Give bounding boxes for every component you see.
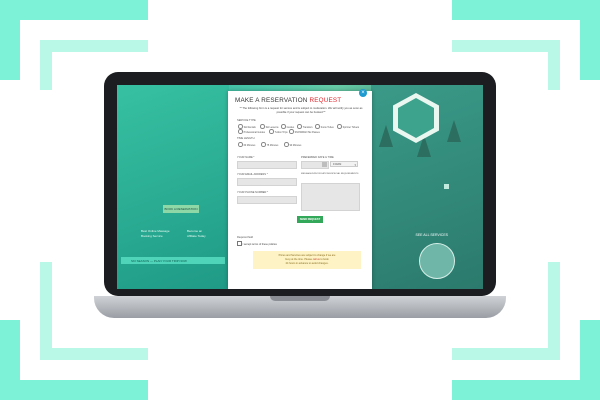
name-label: YOUR NAME * bbox=[237, 156, 255, 159]
frame-top-right-v bbox=[580, 0, 600, 80]
service-radio[interactable]: Professional Guides bbox=[238, 129, 265, 134]
modal-subtitle: ** The following form is a request for s… bbox=[239, 107, 363, 114]
message-textarea[interactable] bbox=[301, 183, 360, 211]
modal-title-accent: REQUEST bbox=[309, 97, 342, 104]
email-input[interactable] bbox=[237, 178, 297, 186]
frame-bottom-left bbox=[0, 380, 148, 400]
frame-top-left-v bbox=[0, 0, 20, 80]
frame-inner-br-v bbox=[548, 262, 560, 360]
website-info-bar-text: SKI SEASON — PLAN YOUR TRIP NOW bbox=[131, 259, 187, 263]
website-left-text: Affiliate Today bbox=[187, 234, 206, 238]
modal-title: MAKE A RESERVATION REQUEST bbox=[235, 97, 341, 104]
time-select[interactable]: 9:00AM ▾ bbox=[330, 161, 358, 167]
modal-title-text: MAKE A RESERVATION bbox=[235, 97, 308, 104]
time-length-label: TIME LENGTH bbox=[237, 137, 255, 140]
time-radio[interactable]: 60 Minutes bbox=[238, 142, 255, 147]
phone-input[interactable] bbox=[237, 196, 297, 204]
frame-inner-tl bbox=[40, 40, 148, 52]
frame-inner-br bbox=[452, 348, 560, 360]
tree-shape bbox=[379, 125, 393, 147]
website-reservation-button[interactable]: BOOK A RESERVATION bbox=[163, 205, 199, 213]
website-left-text: Booking Service bbox=[141, 234, 163, 238]
email-label: YOUR EMAIL ADDRESS * bbox=[237, 173, 268, 176]
website-photo-circle bbox=[419, 243, 455, 279]
frame-bottom-right bbox=[452, 380, 600, 400]
service-radio[interactable]: SNOWMAN Ski Passes bbox=[289, 129, 320, 134]
frame-inner-bl bbox=[40, 348, 148, 360]
frame-inner-bl-v bbox=[40, 262, 52, 360]
website-left-text: Become an bbox=[187, 229, 203, 233]
notice-line: 24 hours in advance to avoid changes. bbox=[285, 261, 329, 265]
frame-bottom-left-v bbox=[0, 320, 20, 400]
notice-call-link[interactable]: call us bbox=[313, 258, 320, 261]
frame-inner-tr bbox=[452, 40, 560, 52]
frame-inner-tr-v bbox=[548, 40, 560, 90]
frame-top-left bbox=[0, 0, 148, 20]
frame-top-right bbox=[452, 0, 600, 20]
calendar-icon[interactable] bbox=[322, 161, 327, 167]
time-radio[interactable]: 90 Minutes bbox=[284, 142, 301, 147]
terms-checkbox[interactable]: I accept terms of these policies bbox=[237, 241, 277, 246]
laptop-screen: BOOK A RESERVATION Best Online Massage B… bbox=[117, 85, 483, 289]
frame-inner-tl-v bbox=[40, 40, 52, 90]
website-services-link[interactable]: SEE ALL SERVICES bbox=[416, 233, 449, 237]
required-label: Required field bbox=[237, 236, 254, 239]
name-input[interactable] bbox=[237, 161, 297, 169]
website-info-bar: SKI SEASON — PLAN YOUR TRIP NOW bbox=[121, 257, 225, 264]
phone-label: YOUR PHONE NUMBER * bbox=[237, 191, 269, 194]
close-icon[interactable]: × bbox=[359, 89, 367, 97]
service-type-label: SERVICE TYPE bbox=[237, 119, 256, 122]
send-request-button[interactable]: SEND REQUEST bbox=[297, 216, 323, 223]
pricing-notice: Prices and Services are subject to chang… bbox=[253, 251, 361, 269]
message-label: MESSAGE/SPECIFICATIONS/SPECIAL REQUIREME… bbox=[301, 173, 359, 175]
laptop-hinge bbox=[270, 296, 330, 301]
website-left-text: Best Online Massage bbox=[141, 229, 170, 233]
frame-bottom-right-v bbox=[580, 320, 600, 400]
time-radio[interactable]: 75 Minutes bbox=[261, 142, 278, 147]
tree-shape bbox=[447, 120, 461, 142]
service-radio[interactable]: Tuition Trips bbox=[269, 129, 288, 134]
chevron-down-icon: ▾ bbox=[354, 163, 356, 167]
website-scroll-arrow[interactable] bbox=[444, 184, 449, 189]
service-radio[interactable]: Sprinter Tickets bbox=[337, 124, 359, 129]
date-label: PREFERRED DATE & TIME bbox=[301, 156, 334, 159]
